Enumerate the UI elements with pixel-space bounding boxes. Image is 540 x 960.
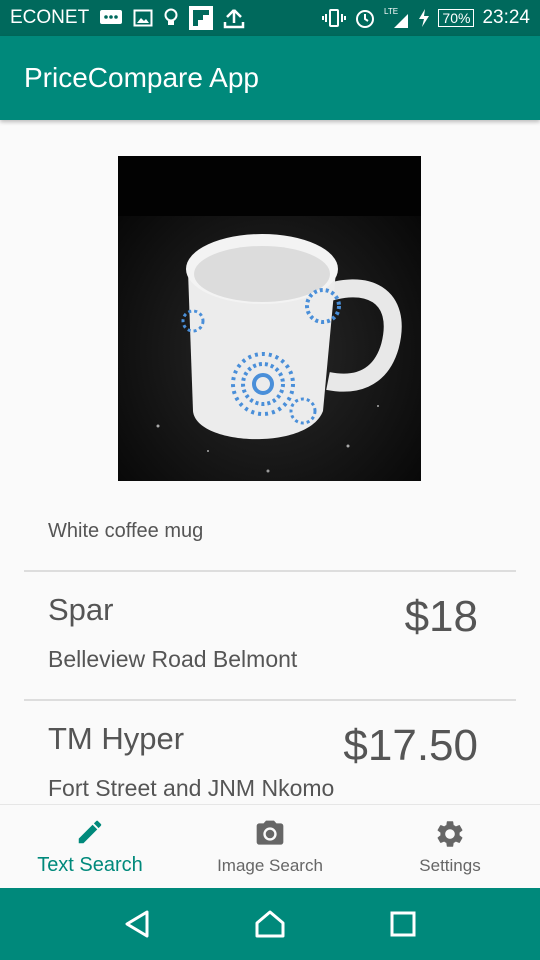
store-address: Belleview Road Belmont [48,646,298,672]
clock: 23:24 [482,7,530,28]
carrier-label: ECONET [10,7,90,28]
pencil-icon [74,816,106,848]
charging-icon [418,8,430,28]
recents-button[interactable] [383,904,423,944]
home-icon [255,910,285,938]
app-title: PriceCompare App [24,62,260,93]
product-name: White coffee mug [48,520,204,542]
recents-square-icon [390,911,416,937]
back-triangle-icon [125,910,149,938]
system-navigation-bar [0,888,540,960]
flipboard-icon [189,6,214,30]
product-photo [118,156,421,481]
nav-image-search[interactable]: Image Search [180,805,360,888]
battery-indicator: 70% [438,9,475,27]
nav-text-search[interactable]: Text Search [0,805,180,888]
lightbulb-icon [163,8,179,28]
vibrate-icon [322,8,347,28]
home-button[interactable] [250,904,290,944]
chat-notification-icon [99,9,123,27]
nav-label-text-search: Text Search [37,854,143,876]
signal-icon: LTE [384,6,410,30]
nav-label-image-search: Image Search [217,855,323,875]
store-price: $17.50 [343,721,478,770]
alarm-icon [354,7,376,29]
app-bar: PriceCompare App [0,36,540,120]
store-address: Fort Street and JNM Nkomo [48,775,335,801]
store-name: TM Hyper [48,721,185,756]
camera-icon [254,818,286,850]
store-result-item[interactable]: TM Hyper $17.50 Fort Street and JNM Nkom… [24,701,516,804]
store-name: Spar [48,592,114,627]
image-notification-icon [133,9,153,27]
back-button[interactable] [117,904,157,944]
bottom-navigation: Text Search Image Search Settings [0,804,540,888]
lte-label: LTE [384,7,398,16]
store-result-item[interactable]: Spar $18 Belleview Road Belmont [24,572,516,700]
nav-settings[interactable]: Settings [360,805,540,888]
upload-icon [223,7,245,29]
status-bar: ECONET LTE 70% 23:24 [0,0,540,36]
results-scroll-area[interactable]: White coffee mug Spar $18 Belleview Road… [0,120,540,804]
store-price: $18 [404,592,478,641]
gear-icon [434,818,466,850]
nav-label-settings: Settings [419,855,481,875]
